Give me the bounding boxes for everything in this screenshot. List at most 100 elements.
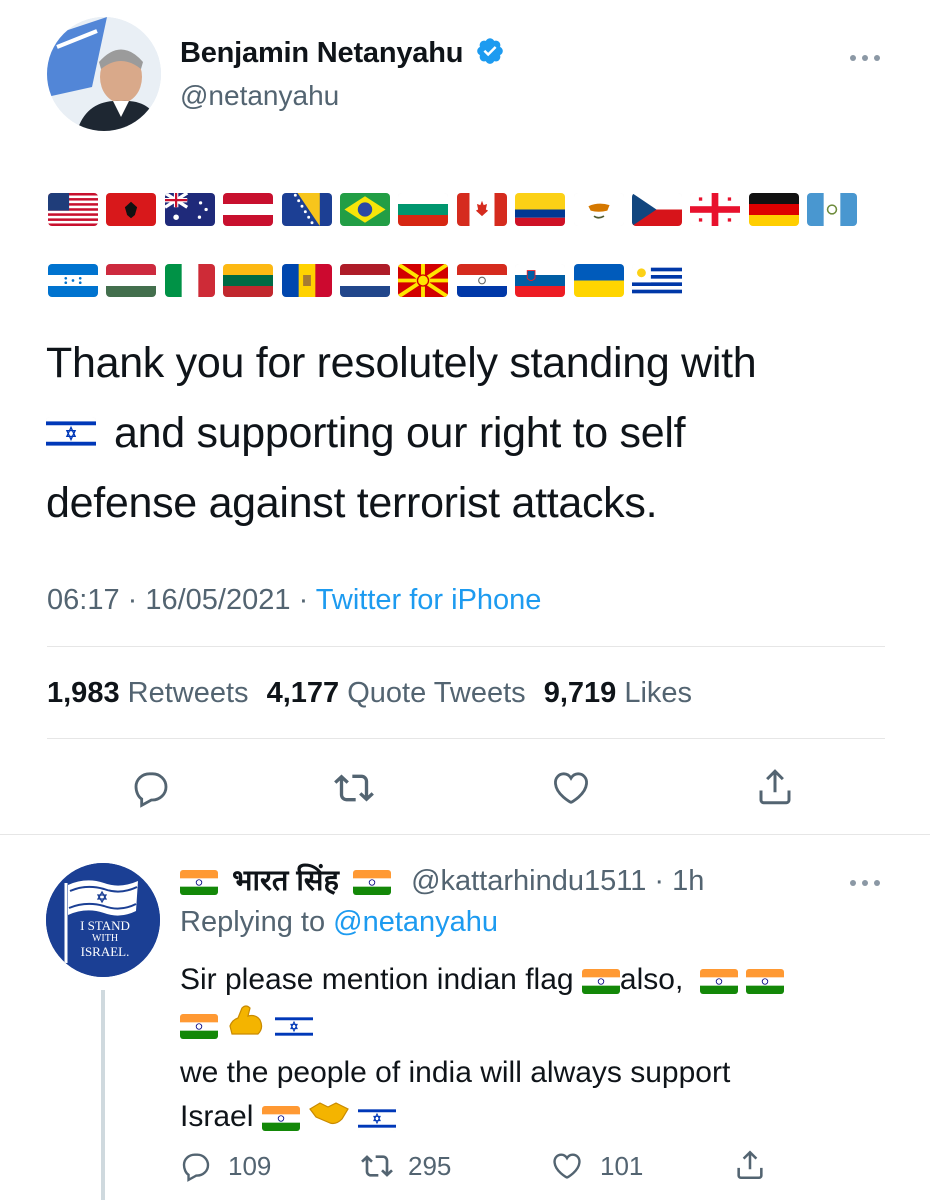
flag-us-icon (48, 193, 98, 226)
flag-il-icon (274, 1014, 313, 1039)
flag-in-icon (699, 968, 738, 994)
tweet-text-part: and supporting our right to self (114, 409, 686, 457)
like-button[interactable] (550, 768, 592, 808)
likes-count: 9,719 (543, 677, 617, 709)
reply-time[interactable]: 1h (672, 865, 704, 897)
retweet-icon (361, 1155, 393, 1177)
reply-text-line: Israel (180, 1095, 784, 1140)
reply-text-part: Sir please mention indian flag (180, 963, 574, 996)
flag-in-icon (180, 869, 218, 895)
flag-row-1 (48, 193, 858, 226)
reply-text-line: we the people of india will always suppo… (180, 1056, 731, 1089)
flag-in-icon (745, 968, 784, 994)
likes-stat[interactable]: 9,719 Likes (544, 677, 692, 709)
reply-retweet-button[interactable]: 295 (360, 1150, 451, 1182)
replying-to: Replying to @netanyahu (180, 906, 498, 939)
separator-dot: · (646, 865, 673, 897)
quotes-stat[interactable]: 4,177 Quote Tweets (267, 677, 526, 709)
flag-br-icon (339, 193, 390, 226)
retweets-count: 1,983 (47, 677, 120, 709)
reply-share-button[interactable] (733, 1148, 767, 1182)
flag-in-icon (353, 869, 391, 895)
thread-line (101, 990, 105, 1200)
reply-emoji-line (180, 1002, 784, 1051)
tweet-date[interactable]: 16/05/2021 (145, 584, 290, 616)
more-options-icon[interactable] (848, 50, 882, 68)
likes-label: Likes (624, 677, 693, 709)
author-handle[interactable]: @netanyahu (180, 80, 339, 112)
reply-reply-button[interactable]: 109 (180, 1150, 271, 1182)
reply-more-options-icon[interactable] (848, 875, 882, 893)
flag-hu-icon (106, 264, 157, 297)
tweet-source-link[interactable]: Twitter for iPhone (316, 584, 542, 616)
flag-ua-icon (573, 264, 624, 297)
tweet-timestamp: 06:17 · 16/05/2021 · Twitter for iPhone (47, 584, 541, 617)
heart-icon (554, 772, 588, 804)
divider (47, 738, 885, 739)
avatar-caption-line: ISRAEL. (80, 944, 130, 959)
flag-lt-icon (223, 264, 274, 297)
flag-it-icon (164, 264, 215, 297)
share-button[interactable] (754, 766, 796, 808)
retweet-count: 295 (408, 1150, 452, 1181)
reply-avatar[interactable]: I STAND WITH ISRAEL. (46, 863, 160, 977)
flag-ba-icon (281, 193, 332, 226)
tweet-text-line: Thank you for resolutely standing with (46, 339, 757, 387)
flag-row-2 (48, 264, 682, 297)
reply-icon (182, 1153, 210, 1182)
retweets-label: Retweets (127, 677, 249, 709)
reply-like-button[interactable]: 101 (550, 1150, 643, 1182)
reply-text-part: Israel (180, 1100, 254, 1133)
reply-author-handle[interactable]: @kattarhindu1511 (411, 865, 646, 897)
tweet-text-line: and supporting our right to self (46, 398, 756, 468)
flag-cy-icon (573, 193, 624, 226)
reply-text-part: also, (619, 963, 684, 996)
replying-to-handle[interactable]: @netanyahu (333, 906, 498, 938)
flag-mk-icon (398, 264, 449, 297)
verified-badge-icon (475, 36, 505, 74)
share-icon (759, 769, 791, 805)
reply-icon (134, 772, 168, 808)
flexed-biceps-icon (226, 1002, 266, 1051)
flag-gt-icon (807, 193, 858, 226)
flag-co-icon (515, 193, 566, 226)
reply-author-name[interactable]: भारत सिंह (232, 865, 339, 897)
flag-at-icon (223, 193, 274, 226)
flag-in-icon (261, 1105, 300, 1131)
divider (47, 646, 885, 647)
retweet-button[interactable] (333, 768, 375, 808)
tweet-stats: 1,983 Retweets 4,177 Quote Tweets 9,719 … (47, 677, 692, 710)
flag-py-icon (456, 264, 507, 297)
quotes-count: 4,177 (266, 677, 340, 709)
like-count: 101 (600, 1150, 644, 1181)
author-name-text: Benjamin Netanyahu (180, 37, 464, 69)
tweet-time[interactable]: 06:17 (47, 584, 120, 616)
flag-md-icon (281, 264, 332, 297)
replying-to-label: Replying to (180, 906, 326, 938)
author-name[interactable]: Benjamin Netanyahu (180, 36, 505, 74)
flag-in-icon (180, 1014, 218, 1039)
flag-il-icon (358, 1105, 397, 1131)
heart-icon (553, 1153, 581, 1179)
reply-count: 109 (228, 1150, 272, 1181)
flag-nl-icon (339, 264, 390, 297)
reply-header: भारत सिंह @kattarhindu1511 · 1h (180, 860, 704, 899)
retweet-icon (334, 774, 374, 802)
divider (0, 834, 930, 835)
avatar-caption-line: I STAND (80, 918, 130, 933)
flag-ca-icon (456, 193, 507, 226)
reply-button[interactable] (131, 768, 171, 808)
handshake-icon (308, 1096, 350, 1140)
flag-al-icon (106, 193, 157, 226)
avatar-caption: I STAND WITH ISRAEL. (70, 919, 140, 958)
quotes-label: Quote Tweets (347, 677, 526, 709)
retweets-stat[interactable]: 1,983 Retweets (47, 677, 249, 709)
author-avatar[interactable] (47, 17, 161, 131)
flag-il-icon (46, 417, 96, 450)
share-icon (737, 1150, 763, 1180)
flag-au-icon (164, 193, 215, 226)
flag-bg-icon (398, 193, 449, 226)
tweet-text-line: defense against terrorist attacks. (46, 479, 658, 527)
flag-de-icon (748, 193, 799, 226)
separator-dot: · (119, 584, 146, 616)
